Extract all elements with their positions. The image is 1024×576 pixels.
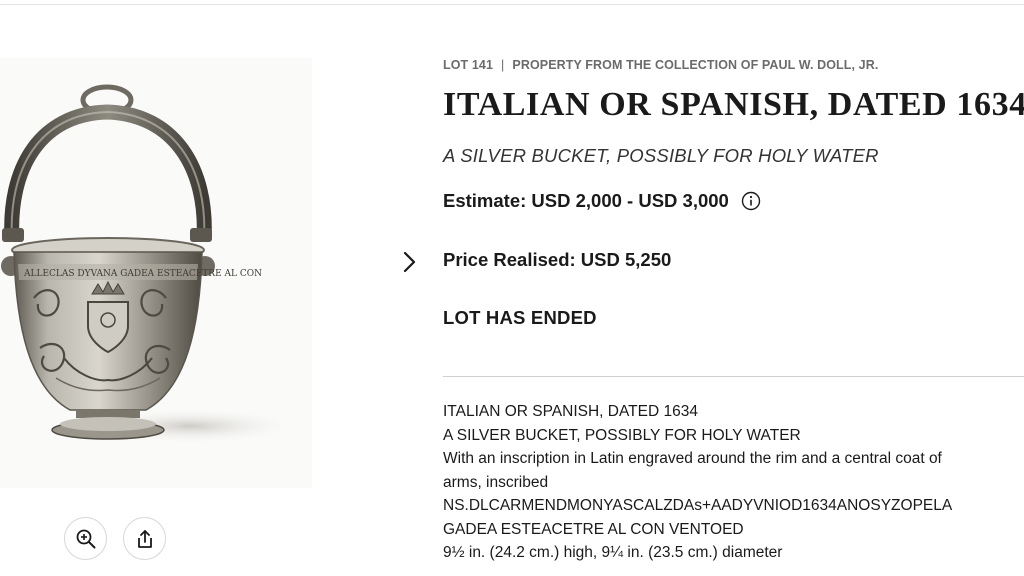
chevron-right-icon xyxy=(403,251,416,273)
zoom-in-icon xyxy=(76,529,95,548)
estimate-row: Estimate: USD 2,000 - USD 3,000 xyxy=(443,190,761,212)
description-line: arms, inscribed xyxy=(443,473,549,491)
description-line: ITALIAN OR SPANISH, DATED 1634 xyxy=(443,403,698,420)
zoom-button[interactable] xyxy=(64,517,107,560)
lot-status: LOT HAS ENDED xyxy=(443,307,597,328)
top-divider xyxy=(0,4,1024,5)
description-line: GADEA ESTEACETRE AL CON VENTOED xyxy=(443,520,744,538)
description-line: NS.DLCARMENDMONYASCALZDAs+AADYVNIOD1634A… xyxy=(443,497,953,514)
lot-eyebrow: LOT 141 | PROPERTY FROM THE COLLECTION OF … xyxy=(443,58,878,72)
silver-bucket-image: ALLECLAS DYVANA GADEA ESTEACETRE AL CON xyxy=(1,84,300,444)
share-icon xyxy=(137,529,152,548)
lot-subtitle: A SILVER BUCKET, POSSIBLY FOR HOLY WATER xyxy=(443,145,879,166)
lot-description: ITALIAN OR SPANISH, DATED 1634 A SILVER … xyxy=(443,400,1024,565)
dimensions-line: 9½ in. (24.2 cm.) high, 9¼ in. (23.5 cm.… xyxy=(443,544,783,561)
lot-number: LOT 141 xyxy=(443,58,494,72)
lot-title: ITALIAN OR SPANISH, DATED 1634 xyxy=(443,86,1024,123)
eyebrow-separator: | xyxy=(501,58,505,72)
svg-text:ALLECLAS DYVANA GADEA ESTEACET: ALLECLAS DYVANA GADEA ESTEACETRE AL CON xyxy=(23,269,262,279)
description-line: With an inscription in Latin engraved ar… xyxy=(443,450,942,467)
price-realised: Price Realised: USD 5,250 xyxy=(443,249,672,270)
lot-image[interactable]: ALLECLAS DYVANA GADEA ESTEACETRE AL CON xyxy=(0,58,312,488)
estimate-text: Estimate: USD 2,000 - USD 3,000 xyxy=(443,190,729,211)
info-icon[interactable] xyxy=(741,191,761,211)
price-details-toggle[interactable] xyxy=(396,248,422,276)
description-line: A SILVER BUCKET, POSSIBLY FOR HOLY WATER xyxy=(443,426,801,444)
share-button[interactable] xyxy=(123,517,166,560)
lot-provenance: PROPERTY FROM THE COLLECTION OF PAUL W. … xyxy=(512,58,879,72)
section-divider xyxy=(443,376,1024,377)
